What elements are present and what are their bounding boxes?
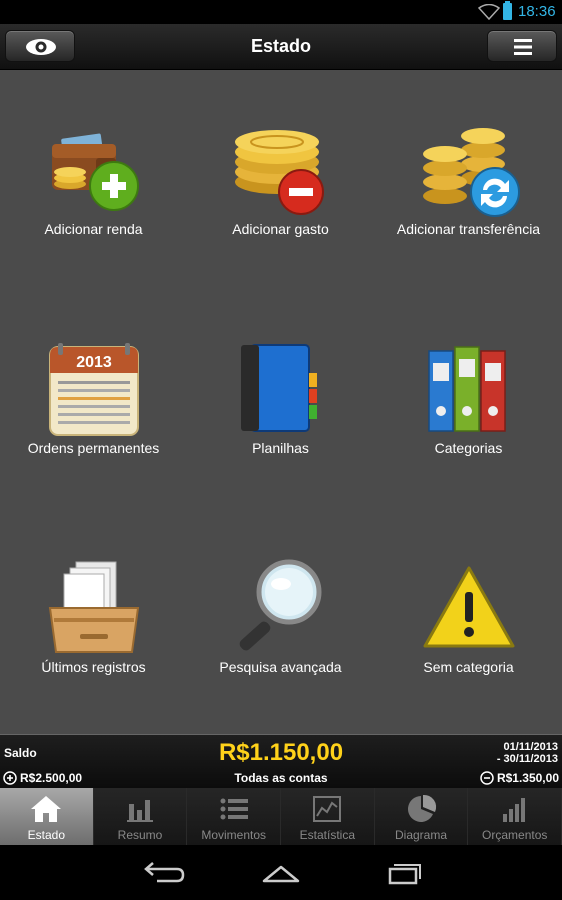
balance-amount: R$1.150,00	[218, 739, 344, 766]
minus-circle-icon	[480, 771, 494, 785]
pie-chart-icon	[408, 794, 437, 822]
tab-estatistica[interactable]: Estatística	[281, 788, 375, 845]
page-title: Estado	[250, 36, 311, 56]
warning-icon	[423, 566, 515, 648]
battery-icon	[503, 1, 512, 20]
menu-button[interactable]	[487, 30, 557, 62]
date-range-start[interactable]: 01/11/2013	[504, 741, 558, 753]
tile-label: Adicionar renda	[44, 221, 143, 237]
back-icon[interactable]	[137, 859, 187, 887]
wallet-add-icon	[52, 133, 139, 211]
wifi-icon	[478, 4, 500, 20]
uncategorized-tile[interactable]: Sem categoria	[375, 508, 562, 727]
status-time: 18:36	[518, 3, 556, 20]
plus-circle-icon	[3, 771, 17, 785]
system-nav-bar	[0, 845, 562, 900]
tile-label: Ordens permanentes	[27, 440, 160, 456]
coins-remove-icon	[235, 130, 324, 215]
line-chart-icon	[313, 796, 342, 822]
add-expense-tile[interactable]: Adicionar gasto	[187, 70, 374, 289]
tile-label: Planilhas	[252, 440, 309, 456]
expense-value: R$1.350,00	[496, 771, 559, 785]
home-nav-icon[interactable]	[256, 859, 306, 887]
coins-transfer-icon	[423, 128, 520, 217]
tile-label: Últimos registros	[41, 659, 146, 675]
add-income-tile[interactable]: Adicionar renda	[0, 70, 187, 289]
tab-label: Diagrama	[395, 828, 448, 842]
tile-label: Sem categoria	[423, 659, 514, 675]
tab-label: Orçamentos	[482, 828, 548, 842]
balance-summary: Saldo R$1.150,00 Todas as contas 01/11/2…	[0, 734, 562, 788]
status-bar: 18:36	[0, 0, 562, 24]
tab-label: Estatística	[299, 828, 356, 842]
bars-icon	[127, 800, 153, 822]
inbox-tray-icon	[48, 561, 140, 653]
tab-orcamentos[interactable]: Orçamentos	[468, 788, 562, 845]
recent-records-tile[interactable]: Últimos registros	[0, 508, 187, 727]
home-icon	[31, 796, 62, 822]
tile-label: Adicionar transferência	[396, 221, 541, 237]
income-value: R$2.500,00	[20, 771, 83, 785]
dashboard-grid: Adicionar renda Adicionar gasto Adiciona…	[0, 70, 562, 734]
ascending-bars-icon	[502, 798, 525, 822]
list-icon	[220, 798, 248, 820]
expense-total: R$1.350,00	[480, 771, 559, 785]
binders-icon	[428, 346, 506, 432]
calendar-year: 2013	[76, 354, 112, 371]
recent-apps-icon[interactable]	[376, 859, 426, 887]
tab-diagrama[interactable]: Diagrama	[374, 788, 469, 845]
advanced-search-tile[interactable]: Pesquisa avançada	[187, 508, 374, 727]
tab-resumo[interactable]: Resumo	[93, 788, 188, 845]
tab-movimentos[interactable]: Movimentos	[187, 788, 282, 845]
tab-estado[interactable]: Estado	[0, 788, 94, 845]
bottom-tab-bar: Estado Resumo Movimentos Estatística Dia…	[0, 788, 562, 845]
income-total: R$2.500,00	[3, 771, 82, 785]
spreadsheets-tile[interactable]: Planilhas	[187, 289, 374, 508]
standing-orders-tile[interactable]: 2013 Ordens permanentes	[0, 289, 187, 508]
date-range-end[interactable]: - 30/11/2013	[497, 753, 558, 765]
magnifier-icon	[239, 559, 322, 651]
notebook-icon	[241, 344, 317, 432]
tile-label: Categorias	[434, 440, 503, 456]
tile-label: Pesquisa avançada	[219, 659, 342, 675]
tab-label: Movimentos	[201, 828, 267, 842]
calendar-icon: 2013	[49, 343, 139, 436]
tile-label: Adicionar gasto	[232, 221, 329, 237]
tab-label: Resumo	[117, 828, 163, 842]
add-transfer-tile[interactable]: Adicionar transferência	[375, 70, 562, 289]
hamburger-menu-icon	[514, 39, 532, 55]
account-selector[interactable]: Todas as contas	[0, 771, 562, 785]
action-bar: Estado	[0, 24, 562, 70]
tab-label: Estado	[27, 828, 66, 842]
categories-tile[interactable]: Categorias	[375, 289, 562, 508]
